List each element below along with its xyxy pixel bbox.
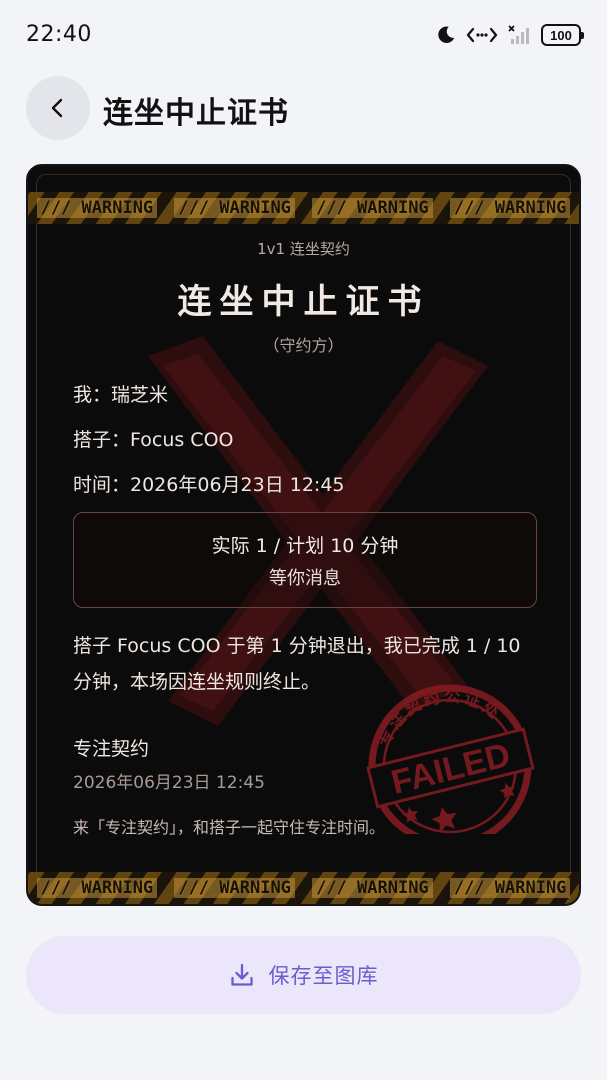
brand-slogan: 来「专注契约」，和搭子一起守住专注时间。 [73,818,386,837]
failed-stamp-icon: 专注契约公证处 FAILED [365,684,535,834]
moon-icon [438,26,455,43]
warning-text: /// WARNING [312,878,433,898]
warning-text: /// WARNING [312,198,433,218]
certificate-subtitle: 1v1 连坐契约 [257,240,350,258]
status-icons: 100 [435,24,584,46]
link-icon [466,27,498,43]
stats-box: 实际 1 / 计划 10 分钟 等你消息 [73,512,537,608]
warning-tape-bottom: /// WARNING /// WARNING /// WARNING /// … [28,872,579,904]
stats-message: 等你消息 [269,567,341,589]
warning-text: /// WARNING [174,878,295,898]
back-button[interactable] [26,76,90,140]
certificate-card: /// WARNING /// WARNING /// WARNING /// … [26,164,581,906]
page-title: 连坐中止证书 [103,96,289,131]
download-icon [230,963,253,986]
chevron-left-icon [51,98,63,118]
field-partner: 搭子：Focus COO [73,429,234,451]
save-button-label: 保存至图库 [268,964,379,988]
status-bar: 22:40 100 [0,0,607,72]
battery-level: 100 [550,27,572,43]
warning-text: /// WARNING [36,198,158,218]
save-to-gallery-button[interactable]: 保存至图库 [26,936,581,1014]
warning-text: /// WARNING [174,198,295,218]
field-me: 我：瑞芝米 [73,384,169,406]
brand-date: 2026年06月23日 12:45 [73,773,265,793]
warning-tape-top: /// WARNING /// WARNING /// WARNING /// … [28,192,579,224]
certificate-role: （守约方） [263,336,344,355]
status-time: 22:40 [26,22,92,47]
screen: 22:40 100 连坐中止证书 /// WARNING /// WARNING… [0,0,607,1080]
stats-progress: 实际 1 / 计划 10 分钟 [211,534,399,557]
brand-name: 专注契约 [73,738,150,760]
warning-text: /// WARNING [449,878,571,898]
battery-icon: 100 [541,24,584,46]
warning-text: /// WARNING [449,198,571,218]
signal-off-icon [508,25,529,44]
warning-text: /// WARNING [36,878,158,898]
field-time: 时间：2026年06月23日 12:45 [73,474,345,496]
certificate-title: 连坐中止证书 [177,282,430,322]
